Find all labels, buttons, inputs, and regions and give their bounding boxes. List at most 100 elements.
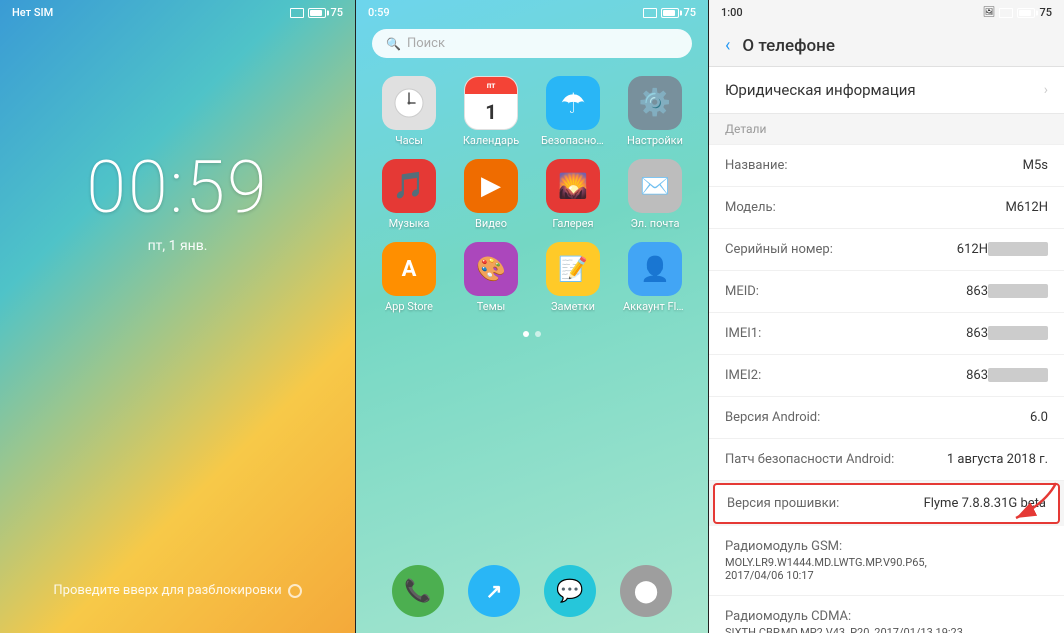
lock-status-right: 75 xyxy=(290,6,343,19)
chevron-right-icon: › xyxy=(1044,82,1048,98)
gsm-label: Радиомодуль GSM: xyxy=(725,539,842,554)
lock-carrier: Нет SIM xyxy=(12,6,53,19)
battery-icon xyxy=(661,8,679,18)
app-security[interactable]: ☂ Безопасно... xyxy=(536,76,610,147)
model-value: M612H xyxy=(1005,200,1048,215)
calendar-month: пт xyxy=(465,77,517,94)
home-screen: 0:59 75 🔍 Поиск Часы пт xyxy=(355,0,709,633)
battery-level: 75 xyxy=(1039,6,1052,19)
app-video[interactable]: ▶ Видео xyxy=(454,159,528,230)
app-store[interactable]: A App Store xyxy=(372,242,446,313)
search-icon: 🔍 xyxy=(386,37,401,51)
battery-level: 75 xyxy=(683,6,696,19)
lock-screen: Нет SIM 75 00:59 пт, 1 янв. Проведите вв… xyxy=(0,0,355,633)
settings-title: О телефоне xyxy=(742,36,835,56)
gsm-value: MOLY.LR9.W1444.MD.LWTG.MP.V90.P65,2017/0… xyxy=(725,556,927,582)
page-dot-2 xyxy=(535,331,541,337)
info-serial-row: Серийный номер: 612Hxxxxxxx xyxy=(709,229,1064,271)
app-icon-security: ☂ xyxy=(546,76,600,130)
imei2-label: IMEI2: xyxy=(725,368,761,383)
app-label-notes: Заметки xyxy=(551,300,595,313)
cdma-value: SIXTH.CBP.MD.MP2.V43_P20, 2017/01/13 19:… xyxy=(725,626,963,633)
app-icon-account: 👤 xyxy=(628,242,682,296)
search-bar[interactable]: 🔍 Поиск xyxy=(372,29,692,58)
lock-status-bar: Нет SIM 75 xyxy=(0,0,355,25)
back-button[interactable]: ‹ xyxy=(725,35,730,56)
imei1-label: IMEI1: xyxy=(725,326,761,341)
info-meid-row: MEID: 863xxxxxxxxx xyxy=(709,271,1064,313)
imei2-blurred: xxxxxxxxx xyxy=(988,368,1048,382)
app-icon-video: ▶ xyxy=(464,159,518,213)
home-status-bar: 0:59 75 xyxy=(356,0,708,25)
calendar-day: 1 xyxy=(485,94,496,129)
android-value: 6.0 xyxy=(1030,410,1048,425)
serial-value: 612Hxxxxxxx xyxy=(957,242,1048,257)
settings-header: ‹ О телефоне xyxy=(709,25,1064,67)
camera-icon: ⬤ xyxy=(634,579,659,604)
app-label-calendar: Календарь xyxy=(463,134,519,147)
search-placeholder: Поиск xyxy=(407,36,445,51)
app-settings[interactable]: ⚙️ Настройки xyxy=(618,76,692,147)
imei1-value: 863xxxxxxxxx xyxy=(966,326,1048,341)
info-cdma-row: Радиомодуль CDMA: SIXTH.CBP.MD.MP2.V43_P… xyxy=(709,596,1064,633)
imei2-value: 863xxxxxxxxx xyxy=(966,368,1048,383)
app-music[interactable]: 🎵 Музыка xyxy=(372,159,446,230)
app-label-email: Эл. почта xyxy=(630,217,679,230)
app-icon-music: 🎵 xyxy=(382,159,436,213)
app-notes[interactable]: 📝 Заметки xyxy=(536,242,610,313)
arrow-annotation xyxy=(996,473,1064,528)
app-grid: Часы пт 1 Календарь ☂ Безопасно... ⚙️ На… xyxy=(356,66,708,323)
lock-time: 00:59 xyxy=(0,145,355,230)
legal-info-row[interactable]: Юридическая информация › xyxy=(709,67,1064,114)
app-label-video: Видео xyxy=(475,217,507,230)
page-dot-1 xyxy=(523,331,529,337)
name-label: Название: xyxy=(725,158,788,173)
app-icon-clock xyxy=(382,76,436,130)
unlock-icon xyxy=(288,584,302,598)
page-indicator xyxy=(356,331,708,337)
meid-label: MEID: xyxy=(725,284,759,299)
name-value: M5s xyxy=(1023,158,1048,173)
serial-label: Серийный номер: xyxy=(725,242,833,257)
dock-camera[interactable]: ⬤ xyxy=(620,565,672,617)
meid-value: 863xxxxxxxxx xyxy=(966,284,1048,299)
imei1-blurred: xxxxxxxxx xyxy=(988,326,1048,340)
firmware-label: Версия прошивки: xyxy=(727,496,839,511)
app-account[interactable]: 👤 Аккаунт Fly... xyxy=(618,242,692,313)
app-icon-calendar: пт 1 xyxy=(464,76,518,130)
app-gallery[interactable]: 🌄 Галерея xyxy=(536,159,610,230)
info-imei2-row: IMEI2: 863xxxxxxxxx xyxy=(709,355,1064,397)
patch-label: Патч безопасности Android: xyxy=(725,452,894,467)
info-model-row: Модель: M612H xyxy=(709,187,1064,229)
screen-icon xyxy=(999,8,1013,18)
lock-unlock-hint[interactable]: Проведите вверх для разблокировки xyxy=(0,583,355,598)
settings-screen: 1:00 🖼 75 ‹ О телефоне Юридическая инфор… xyxy=(709,0,1064,633)
details-section-header: Детали xyxy=(709,114,1064,145)
app-icon-notes: 📝 xyxy=(546,242,600,296)
app-email[interactable]: ✉️ Эл. почта xyxy=(618,159,692,230)
app-icon-email: ✉️ xyxy=(628,159,682,213)
app-icon-themes: 🎨 xyxy=(464,242,518,296)
app-clock[interactable]: Часы xyxy=(372,76,446,147)
info-android-row: Версия Android: 6.0 xyxy=(709,397,1064,439)
screen-icon xyxy=(643,8,657,18)
home-time: 0:59 xyxy=(368,6,390,19)
details-label: Детали xyxy=(725,122,766,136)
app-label-music: Музыка xyxy=(389,217,430,230)
dock-messages[interactable]: 💬 xyxy=(544,565,596,617)
image-icon: 🖼 xyxy=(983,7,996,18)
browser-icon: ↗ xyxy=(486,579,503,603)
app-icon-gallery: 🌄 xyxy=(546,159,600,213)
settings-status-right: 🖼 75 xyxy=(983,6,1052,19)
android-label: Версия Android: xyxy=(725,410,820,425)
patch-value: 1 августа 2018 г. xyxy=(947,452,1048,467)
dock-browser[interactable]: ↗ xyxy=(468,565,520,617)
dock: 📞 ↗ 💬 ⬤ xyxy=(356,565,708,617)
app-themes[interactable]: 🎨 Темы xyxy=(454,242,528,313)
app-calendar[interactable]: пт 1 Календарь xyxy=(454,76,528,147)
info-gsm-row: Радиомодуль GSM: MOLY.LR9.W1444.MD.LWTG.… xyxy=(709,526,1064,596)
dock-phone[interactable]: 📞 xyxy=(392,565,444,617)
legal-label: Юридическая информация xyxy=(725,81,916,99)
battery-icon xyxy=(308,8,326,18)
settings-time: 1:00 xyxy=(721,6,743,19)
